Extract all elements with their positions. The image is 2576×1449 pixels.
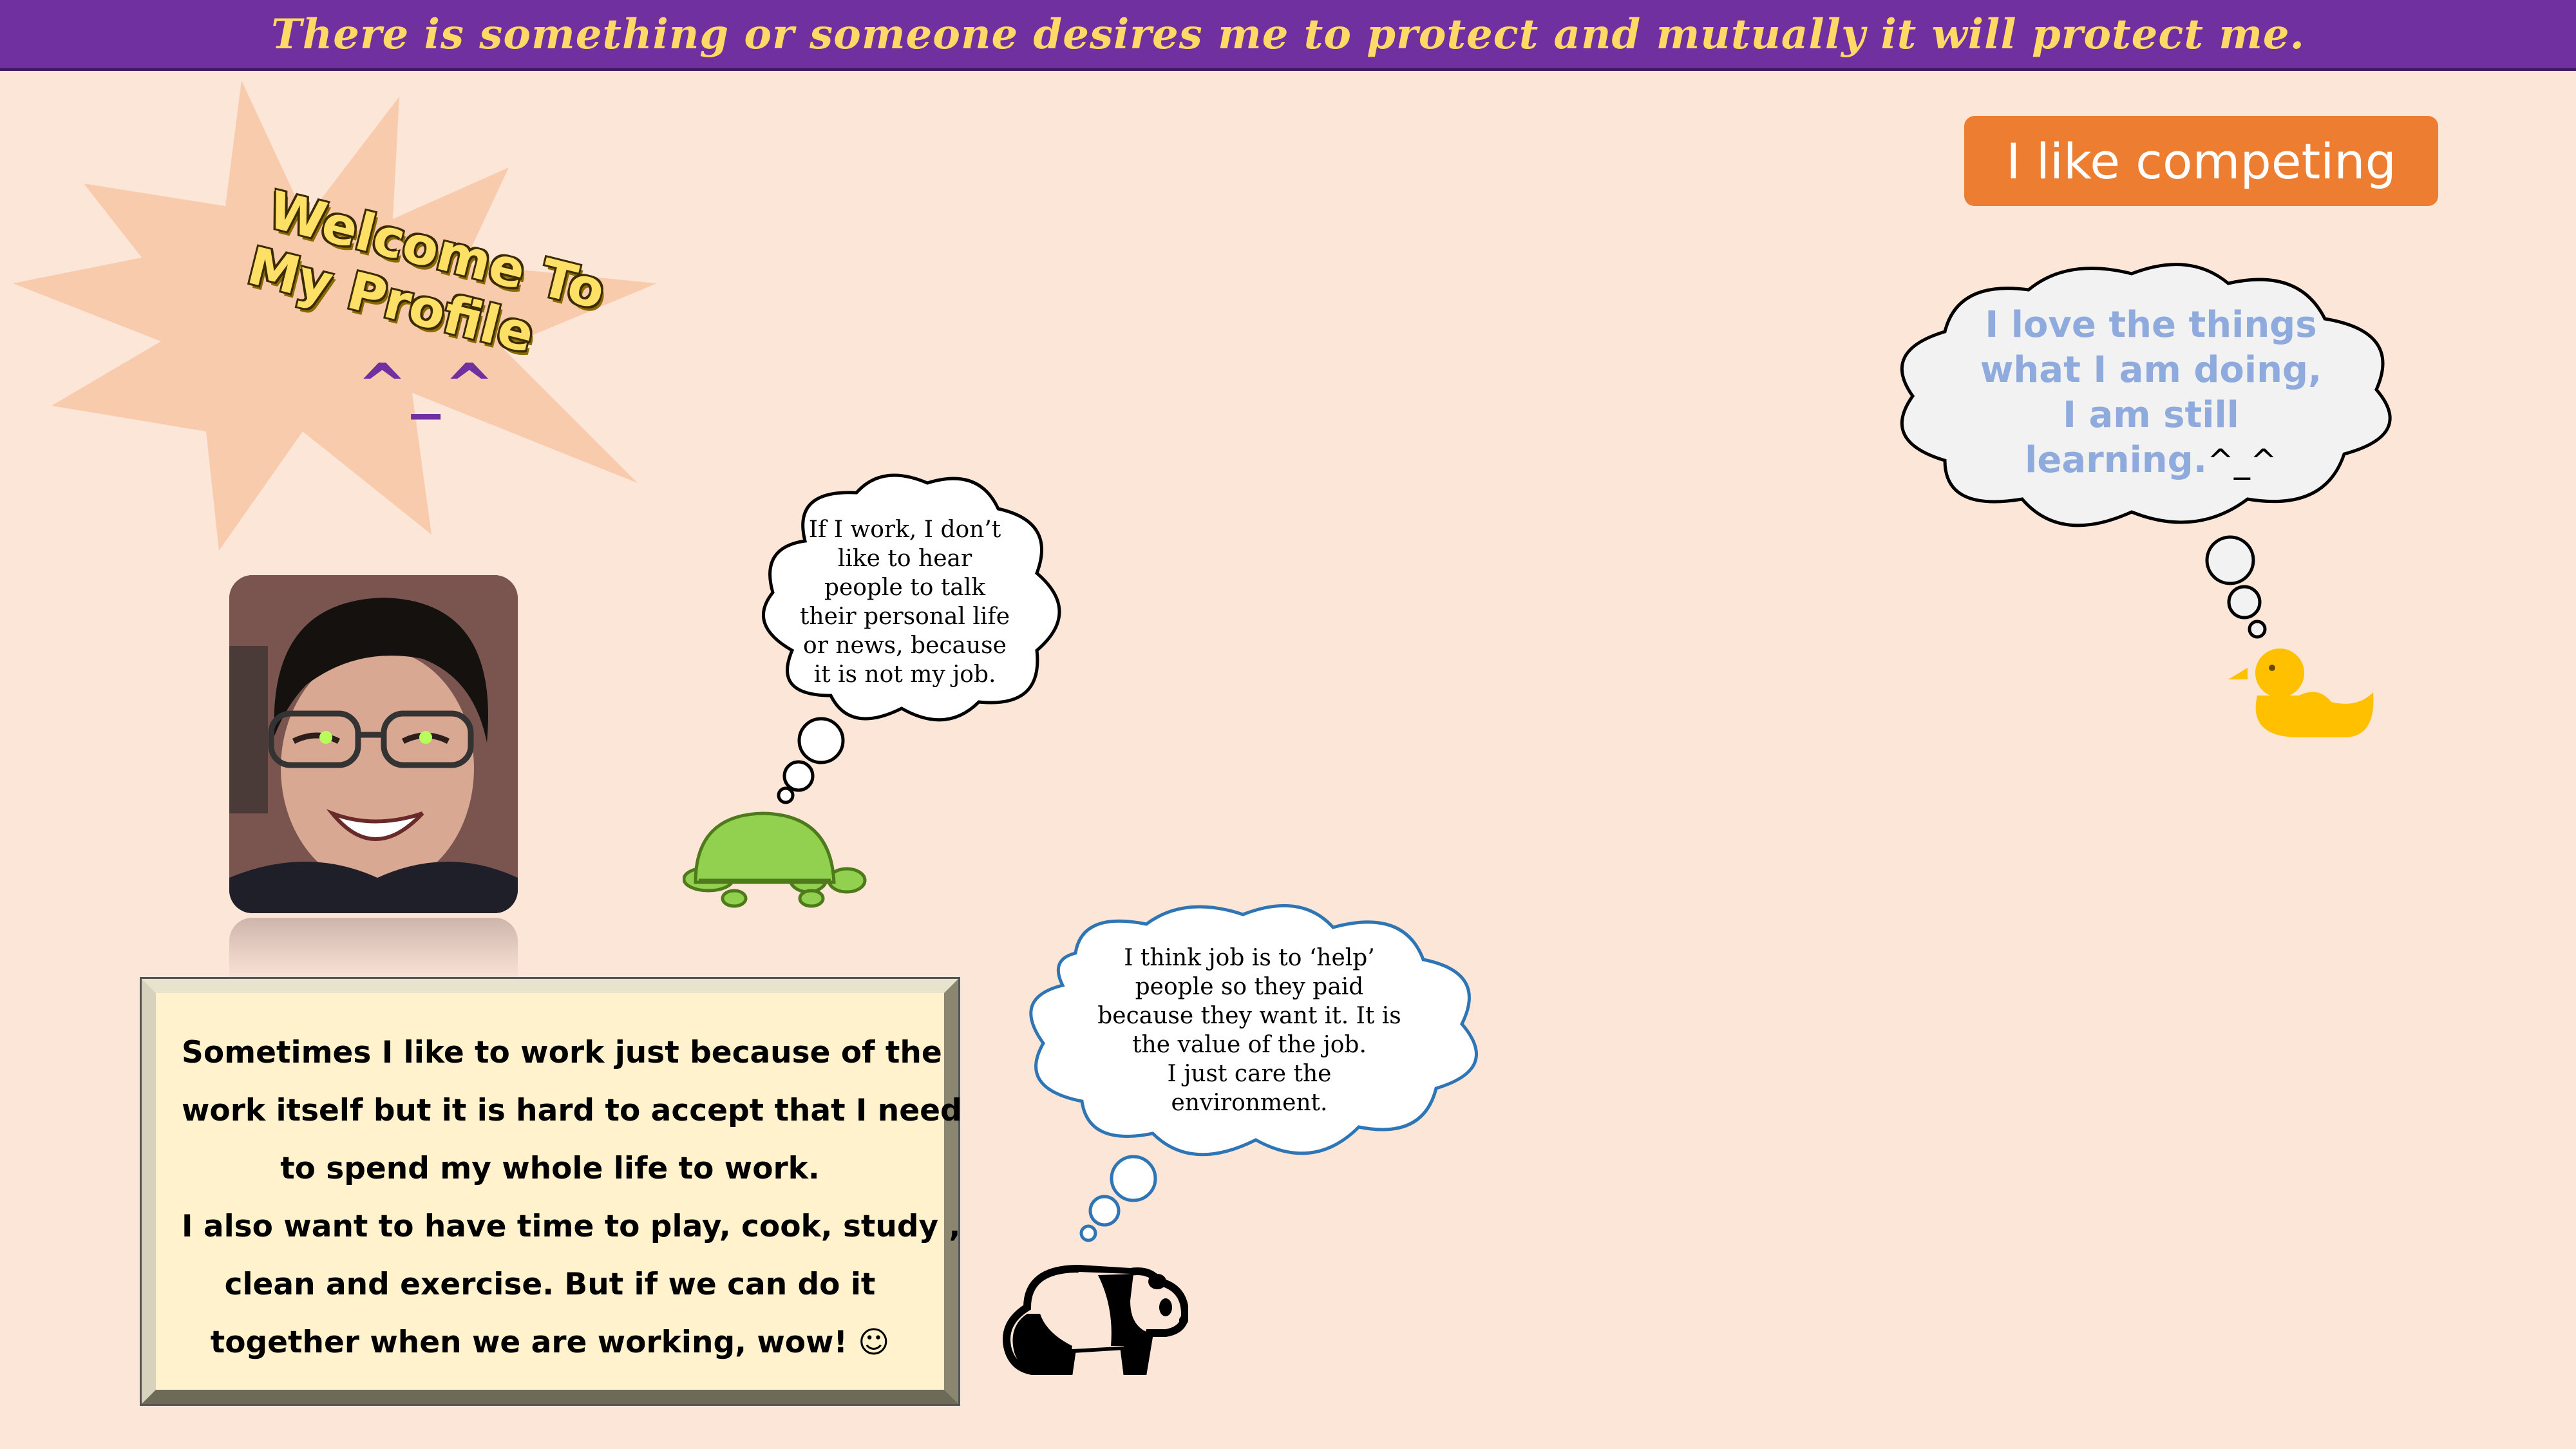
panda-icon: [1003, 1264, 1188, 1375]
turtle-icon: [683, 811, 867, 908]
photo-reflection: [229, 918, 518, 982]
turtle-thought-line: like to hear: [837, 545, 972, 572]
panda-thought-line: I just care the: [1167, 1061, 1332, 1087]
duck-thought-line-last: learning.^_^: [1951, 438, 2351, 484]
duck-thought-text: I love the things what I am doing, I am …: [1951, 303, 2351, 484]
panda-thought-line: environment.: [1171, 1090, 1328, 1116]
duck-thought-line: I love the things: [1985, 304, 2317, 346]
panda-thought-line: I think job is to ‘help’: [1124, 945, 1375, 971]
panda-thought-line: the value of the job.: [1132, 1032, 1367, 1058]
quote-line: Sometimes I like to work just because of…: [182, 1035, 942, 1070]
competing-button[interactable]: I like competing: [1964, 116, 2438, 206]
panda-thought-text: I think job is to ‘help’ people so they …: [1088, 943, 1410, 1117]
duck-thought-line: I am still: [2063, 394, 2239, 436]
panda-thought-line: people so they paid: [1135, 974, 1364, 1000]
turtle-thought-text: If I work, I don’t like to hear people t…: [779, 515, 1030, 689]
quote-line: together when we are working, wow! ☺: [210, 1325, 890, 1360]
face-illustration: [229, 575, 518, 913]
profile-photo: [229, 575, 518, 913]
panda-thought-line: because they want it. It is: [1097, 1003, 1401, 1029]
banner-text: There is something or someone desires me…: [271, 10, 2305, 59]
turtle-thought-line: it is not my job.: [813, 661, 996, 688]
turtle-thought-line: their personal life: [799, 603, 1010, 630]
quote-line: work itself but it is hard to accept tha…: [182, 1093, 962, 1128]
duck-thought-smiley: ^_^: [2207, 442, 2277, 480]
quote-text: Sometimes I like to work just because of…: [182, 1024, 962, 1372]
quote-line: clean and exercise. But if we can do it: [224, 1267, 876, 1302]
turtle-thought-line: people to talk: [824, 574, 986, 601]
quote-line: I also want to have time to play, cook, …: [182, 1209, 961, 1244]
top-banner: There is something or someone desires me…: [0, 0, 2576, 71]
turtle-thought-line: or news, because: [803, 632, 1007, 659]
quote-frame: Sometimes I like to work just because of…: [142, 979, 962, 1404]
duck-icon: [2228, 649, 2374, 737]
turtle-thought-line: If I work, I don’t: [808, 516, 1001, 543]
duck-thought-line: learning.: [2025, 439, 2208, 481]
quote-line: to spend my whole life to work.: [280, 1151, 820, 1186]
duck-thought-line: what I am doing,: [1980, 349, 2322, 391]
smiley-face: ^_^: [357, 351, 498, 420]
